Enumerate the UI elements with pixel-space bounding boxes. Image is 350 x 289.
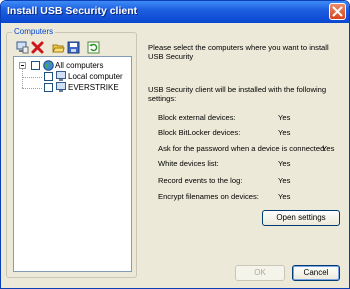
title-bar[interactable]: Install USB Security client (1, 1, 349, 23)
everstrike-checkbox[interactable] (44, 83, 53, 92)
local-computer-checkbox[interactable] (44, 72, 53, 81)
setting-label-block-bitlocker: Block BitLocker devices: (158, 128, 241, 137)
open-settings-button[interactable]: Open settings (262, 210, 340, 226)
close-icon (332, 6, 343, 17)
everstrike-label: EVERSTRIKE (68, 83, 119, 92)
tree-line (22, 68, 23, 88)
remove-icon[interactable] (31, 41, 44, 54)
tree-item-local-computer[interactable]: Local computer (44, 71, 129, 82)
setting-value-ask-password: Yes (322, 144, 335, 153)
setting-value-encrypt-filenames: Yes (278, 192, 291, 201)
add-computer-icon[interactable] (16, 41, 29, 54)
open-folder-icon[interactable] (52, 41, 65, 54)
setting-label-encrypt-filenames: Encrypt filenames on devices: (158, 192, 259, 201)
setting-label-block-external: Block external devices: (158, 113, 236, 122)
setting-label-ask-password: Ask for the password when a device is co… (158, 144, 327, 153)
setting-value-block-external: Yes (278, 113, 291, 122)
setting-label-white-devices: White devices list: (158, 159, 219, 168)
refresh-icon[interactable] (87, 41, 100, 54)
local-computer-label: Local computer (68, 72, 123, 81)
computers-group-label: Computers (12, 27, 56, 36)
all-computers-checkbox[interactable] (31, 61, 40, 70)
ok-button[interactable]: OK (235, 265, 285, 281)
setting-value-record-events: Yes (278, 176, 291, 185)
setting-value-white-devices: Yes (278, 159, 291, 168)
save-icon[interactable] (67, 41, 80, 54)
tree-line (22, 88, 42, 89)
settings-intro: USB Security client will be installed wi… (148, 85, 327, 103)
computer-icon (56, 71, 66, 81)
setting-value-block-bitlocker: Yes (278, 128, 291, 137)
cancel-button[interactable]: Cancel (292, 265, 340, 281)
tree-line (22, 77, 42, 78)
install-instruction: Please select the computers where you wa… (148, 43, 329, 61)
tree-item-everstrike[interactable]: EVERSTRIKE (44, 82, 129, 93)
computer-icon (56, 82, 66, 92)
all-computers-label: All computers (55, 61, 104, 70)
tree-item-all-computers[interactable]: All computers (19, 60, 129, 71)
setting-label-record-events: Record events to the log: (158, 176, 243, 185)
close-button[interactable] (329, 3, 346, 20)
globe-icon (43, 60, 54, 71)
collapse-icon[interactable] (19, 62, 26, 69)
window-title: Install USB Security client (7, 5, 138, 17)
